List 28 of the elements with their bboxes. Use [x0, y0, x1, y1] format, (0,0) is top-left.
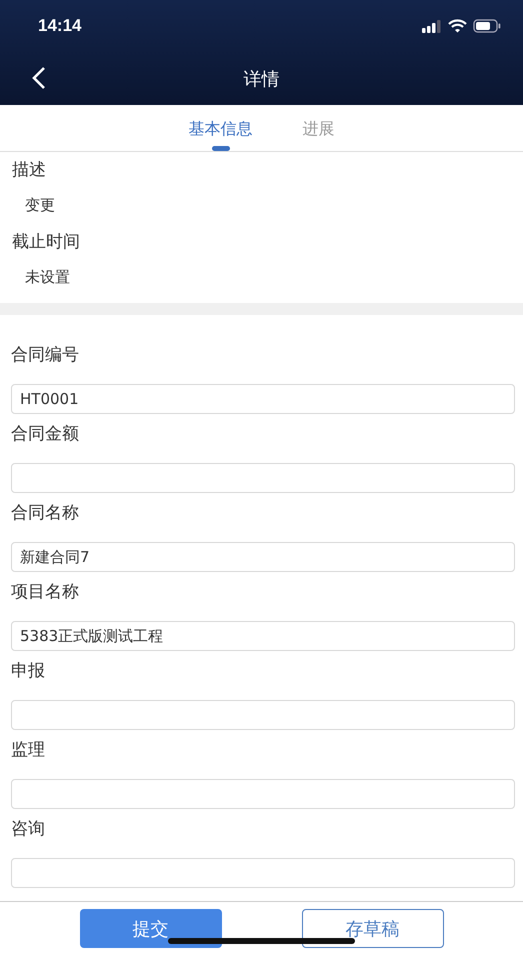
input-field[interactable]: 5383正式版测试工程 [11, 621, 515, 651]
input-field[interactable]: HT0001 [11, 384, 515, 414]
wifi-icon [448, 19, 467, 33]
field-label: 监理 [11, 739, 46, 762]
save-draft-button[interactable]: 存草稿 [302, 909, 444, 948]
status-time: 14:14 [38, 16, 82, 36]
input-field[interactable] [11, 700, 515, 730]
input-field[interactable] [11, 463, 515, 493]
info-value: 变更 [24, 195, 56, 216]
signal-icon [422, 20, 442, 32]
field-label: 合同编号 [11, 344, 80, 367]
field-label: 咨询 [11, 818, 46, 841]
input-field[interactable]: 新建合同7 [11, 542, 515, 572]
info-label: 描述 [12, 159, 47, 182]
back-icon[interactable] [32, 66, 46, 90]
tab[interactable]: 基本信息 [188, 105, 252, 151]
field-label: 合同金额 [11, 423, 80, 446]
field-label: 申报 [11, 660, 46, 683]
input-field[interactable] [11, 858, 515, 888]
submit-button[interactable]: 提交 [80, 909, 222, 948]
battery-icon [473, 19, 501, 33]
info-label: 截止时间 [12, 231, 81, 254]
info-value: 未设置 [24, 267, 71, 288]
page-title: 详情 [244, 68, 280, 90]
field-label: 合同名称 [11, 502, 80, 525]
field-label: 项目名称 [11, 581, 80, 604]
input-field[interactable] [11, 779, 515, 809]
tab[interactable]: 进展 [302, 105, 334, 151]
